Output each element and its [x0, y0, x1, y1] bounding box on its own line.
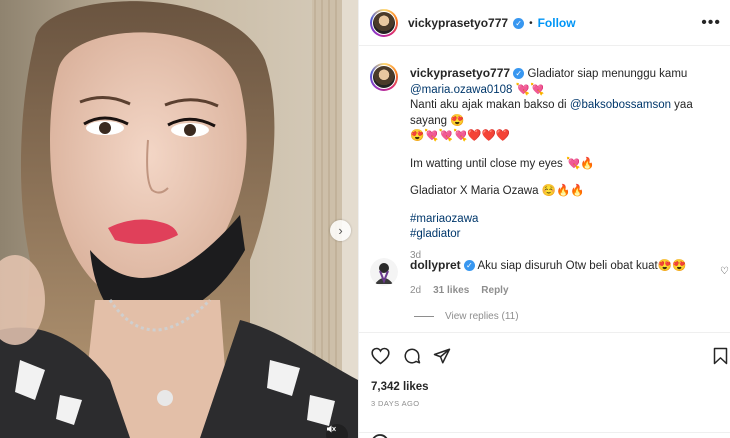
separator-dot: •: [529, 17, 533, 29]
follow-button[interactable]: Follow: [538, 16, 576, 30]
post-actions: 7,342 likes 3 DAYS AGO: [359, 332, 730, 438]
author-username[interactable]: vickyprasetyo777: [408, 16, 508, 30]
comment-item: dollypret ✓ Aku siap disuruh Otw beli ob…: [410, 258, 710, 298]
view-replies-button[interactable]: View replies (11): [414, 311, 519, 322]
instagram-post-modal: › vickyprasetyo777 ✓ • Follow ••• vickyp…: [0, 0, 730, 438]
caption-line-3: 😍💘💘💘❤️❤️❤️: [410, 130, 511, 142]
comment-icon[interactable]: [403, 347, 421, 365]
caption-emoji-1: 💘💘: [515, 83, 545, 96]
post-media[interactable]: ›: [0, 0, 358, 438]
post-date: 3 DAYS AGO: [371, 399, 420, 408]
likes-count[interactable]: 7,342 likes: [371, 381, 429, 393]
verified-badge-icon: ✓: [513, 68, 525, 80]
comment-time[interactable]: 2d: [410, 283, 421, 298]
mute-icon: [327, 425, 336, 433]
bookmark-icon[interactable]: [713, 347, 728, 365]
verified-badge-icon: ✓: [463, 260, 475, 272]
add-comment-bar: [359, 432, 730, 438]
comment-reply-button[interactable]: Reply: [481, 283, 508, 298]
post-caption: vickyprasetyo777 ✓ Gladiator siap menung…: [410, 66, 720, 263]
post-header: vickyprasetyo777 ✓ • Follow •••: [359, 0, 730, 46]
more-options-icon[interactable]: •••: [701, 14, 721, 32]
caption-author-avatar[interactable]: [370, 63, 398, 91]
mention-maria[interactable]: @maria.ozawa0108: [410, 84, 512, 96]
caption-line-4: Im watting until close my eyes 💘🔥: [410, 157, 595, 170]
next-media-button[interactable]: ›: [330, 220, 351, 241]
caption-username[interactable]: vickyprasetyo777: [410, 66, 510, 80]
heart-icon[interactable]: [371, 347, 390, 365]
comment-username[interactable]: dollypret: [410, 258, 461, 272]
mention-bakso[interactable]: @baksobossamson: [570, 99, 671, 111]
comment-text: Aku siap disuruh Otw beli obat kuat😍😍: [477, 260, 687, 272]
comment-likes[interactable]: 31 likes: [433, 283, 469, 298]
caption-line-1: Gladiator siap menunggu kamu: [527, 68, 688, 80]
hashtag-mariaozawa[interactable]: #mariaozawa: [410, 212, 720, 228]
author-avatar[interactable]: [370, 9, 398, 37]
share-icon[interactable]: [433, 347, 451, 365]
comment-avatar[interactable]: [370, 258, 398, 286]
chevron-right-icon: ›: [338, 223, 343, 238]
caption-line-5: Gladiator X Maria Ozawa ☺️🔥🔥: [410, 185, 585, 197]
emoji-icon[interactable]: [371, 433, 389, 438]
hashtag-gladiator[interactable]: #gladiator: [410, 227, 720, 243]
video-frame: [0, 0, 358, 438]
caption-line-2-pre: Nanti aku ajak makan bakso di: [410, 99, 570, 111]
comment-like-heart-icon[interactable]: ♡: [720, 266, 729, 277]
post-side-panel: vickyprasetyo777 ✓ • Follow ••• vickypra…: [358, 0, 730, 438]
verified-badge-icon: ✓: [513, 17, 525, 29]
divider: [414, 316, 434, 317]
view-replies-label: View replies (11): [445, 311, 519, 322]
